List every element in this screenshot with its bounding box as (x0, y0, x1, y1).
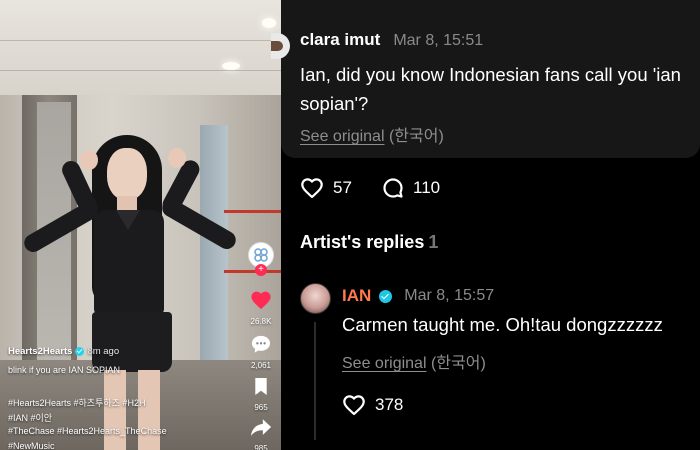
comment-text: Ian, did you know Indonesian fans call y… (300, 64, 681, 114)
artist-avatar[interactable] (300, 283, 331, 314)
artist-reply-like-button[interactable]: 378 (342, 394, 403, 416)
dancer-hand-right (168, 148, 186, 168)
bookmark-action[interactable]: 965 (248, 377, 274, 412)
share-count: 985 (254, 444, 268, 450)
ceiling-light (222, 62, 240, 70)
original-language: (한국어) (388, 128, 444, 145)
artist-replies-count: 1 (428, 232, 439, 252)
video-hashtags[interactable]: #TheChase #Hearts2Hearts_TheChase (8, 426, 167, 436)
artist-reply-translation-row: See original (한국어) (342, 349, 486, 373)
commenter-avatar[interactable] (271, 33, 290, 59)
comment-like-button[interactable]: 57 (300, 177, 352, 199)
heart-outline-icon (343, 395, 365, 416)
dancer-skirt (92, 312, 172, 372)
comment-reply-count: 110 (413, 178, 441, 197)
share-arrow-icon (250, 419, 272, 436)
verified-badge-icon (379, 289, 393, 303)
heart-filled-icon (251, 291, 271, 310)
comment-translation-row: See original (한국어) (300, 122, 444, 146)
dancer-leg (138, 370, 160, 450)
video-author-line[interactable]: Hearts2Hearts 8m ago (8, 346, 119, 357)
creator-logo-icon (254, 248, 268, 262)
follow-plus-icon[interactable]: + (255, 264, 267, 276)
comment-header: clara imut Mar 8, 15:51 (300, 30, 483, 50)
video-posted-time: 8m ago (87, 346, 120, 357)
bookmark-count: 965 (254, 403, 268, 412)
ceiling (0, 0, 281, 95)
comment-like-count: 57 (333, 178, 352, 197)
comment-action[interactable]: 2,061 (248, 334, 274, 370)
video-panel[interactable]: + 26.8K 2,061 965 985 Hearts2Hearts 8m a… (0, 0, 281, 450)
comment-bubble-icon (251, 335, 271, 353)
artist-reply-header: IAN Mar 8, 15:57 (342, 286, 494, 306)
artist-reply-like-count: 378 (375, 395, 404, 414)
artist-reply-text: Carmen taught me. Oh!tau dongzzzzzz (342, 314, 663, 335)
artist-reply-timestamp: Mar 8, 15:57 (404, 287, 495, 304)
dancer-hand-left (80, 150, 98, 170)
video-hashtags[interactable]: #IAN #이안 (8, 411, 52, 424)
video-hashtags[interactable]: #NewMusic (8, 441, 55, 450)
heart-outline-icon (301, 178, 323, 199)
fan-comment-card: clara imut Mar 8, 15:51 Ian, did you kno… (271, 0, 700, 158)
video-caption: blink if you are IAN SOPIAN (8, 365, 121, 375)
artist-name[interactable]: IAN (342, 286, 371, 306)
comment-reply-button[interactable]: 110 (382, 177, 440, 199)
comment-timestamp: Mar 8, 15:51 (393, 32, 484, 49)
like-action[interactable]: 26.8K (248, 290, 274, 326)
comment-panel: clara imut Mar 8, 15:51 Ian, did you kno… (271, 0, 700, 450)
see-original-link[interactable]: See original (300, 128, 385, 145)
share-action[interactable]: 985 (248, 418, 274, 450)
see-original-link[interactable]: See original (342, 355, 427, 372)
handrail (224, 210, 281, 213)
dancer-face (107, 148, 147, 200)
dancer-leg (104, 370, 126, 450)
wall-line (0, 70, 281, 71)
video-hashtags[interactable]: #Hearts2Hearts #하츠투하츠 #H2H (8, 396, 145, 409)
commenter-name[interactable]: clara imut (300, 30, 380, 50)
wall-line (0, 40, 281, 41)
ceiling-light (262, 18, 276, 28)
artist-replies-title: Artist's replies (300, 232, 425, 252)
video-username[interactable]: Hearts2Hearts (8, 346, 72, 357)
original-language: (한국어) (430, 355, 486, 372)
comment-count: 2,061 (250, 361, 272, 370)
artist-replies-heading: Artist's replies 1 (300, 232, 438, 253)
thread-connector-line (314, 322, 316, 440)
bookmark-icon (255, 377, 267, 396)
handrail (224, 270, 281, 273)
verified-badge-icon (75, 347, 85, 356)
reply-bubble-icon (383, 178, 403, 198)
like-count: 26.8K (250, 317, 272, 326)
